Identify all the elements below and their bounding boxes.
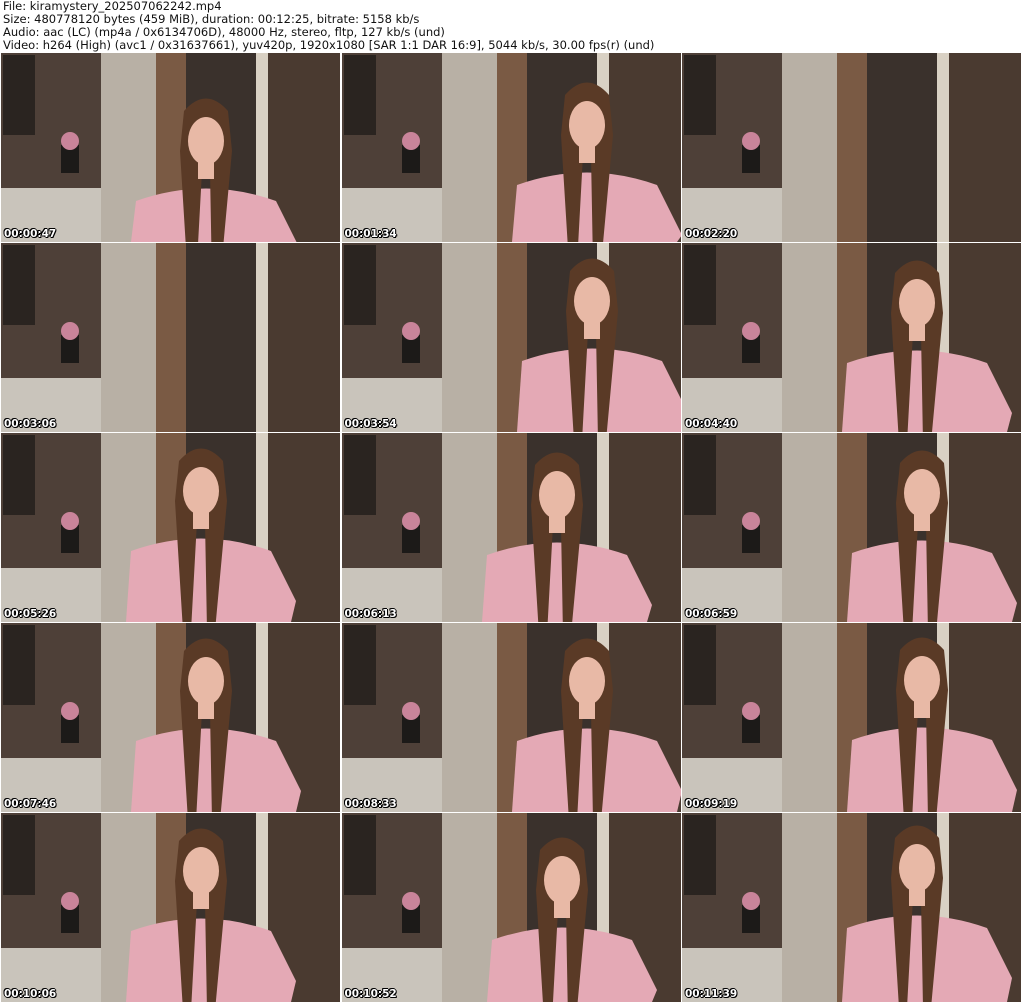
frame-timestamp: 00:06:13 [344, 608, 397, 620]
video-thumbnail: 00:03:06 [1, 243, 340, 432]
video-thumbnail: 00:07:46 [1, 623, 340, 812]
frame-timestamp: 00:08:33 [344, 798, 397, 810]
frame-timestamp: 00:06:59 [685, 608, 738, 620]
frame-image [1, 53, 340, 242]
video-thumbnail: 00:02:20 [682, 53, 1021, 242]
frame-timestamp: 00:09:19 [685, 798, 738, 810]
frame-timestamp: 00:02:20 [685, 228, 738, 240]
frame-image [1, 433, 340, 622]
video-thumbnail: 00:00:47 [1, 53, 340, 242]
frame-timestamp: 00:00:47 [4, 228, 57, 240]
video-thumbnail: 00:03:54 [341, 243, 681, 432]
frame-image [1, 813, 340, 1002]
video-thumbnail: 00:04:40 [682, 243, 1021, 432]
file-info-header: File: kiramystery_202507062242.mp4 Size:… [3, 0, 1021, 52]
frame-image [341, 53, 681, 242]
thumbnail-grid: 00:00:47 00:01:34 00:02:20 00:03:06 00:0… [1, 53, 1023, 1003]
frame-timestamp: 00:05:26 [4, 608, 57, 620]
frame-timestamp: 00:10:06 [4, 988, 57, 1000]
frame-image [341, 243, 681, 432]
frame-image [682, 53, 1021, 242]
frame-timestamp: 00:04:40 [685, 418, 738, 430]
frame-image [682, 813, 1021, 1002]
frame-timestamp: 00:11:39 [685, 988, 738, 1000]
video-thumbnail: 00:09:19 [682, 623, 1021, 812]
frame-timestamp: 00:07:46 [4, 798, 57, 810]
frame-image [341, 623, 681, 812]
video-thumbnail: 00:11:39 [682, 813, 1021, 1002]
frame-image [682, 243, 1021, 432]
video-thumbnail: 00:01:34 [341, 53, 681, 242]
video-info-line: Video: h264 (High) (avc1 / 0x31637661), … [3, 38, 655, 52]
video-thumbnail: 00:08:33 [341, 623, 681, 812]
frame-timestamp: 00:03:06 [4, 418, 57, 430]
frame-image [1, 623, 340, 812]
video-thumbnail: 00:06:13 [341, 433, 681, 622]
video-thumbnail: 00:10:06 [1, 813, 340, 1002]
video-thumbnail: 00:10:52 [341, 813, 681, 1002]
frame-timestamp: 00:03:54 [344, 418, 397, 430]
frame-image [1, 243, 340, 432]
frame-image [682, 623, 1021, 812]
frame-image [682, 433, 1021, 622]
frame-timestamp: 00:01:34 [344, 228, 397, 240]
frame-image [341, 813, 681, 1002]
video-thumbnail: 00:06:59 [682, 433, 1021, 622]
video-thumbnail: 00:05:26 [1, 433, 340, 622]
frame-image [341, 433, 681, 622]
frame-timestamp: 00:10:52 [344, 988, 397, 1000]
